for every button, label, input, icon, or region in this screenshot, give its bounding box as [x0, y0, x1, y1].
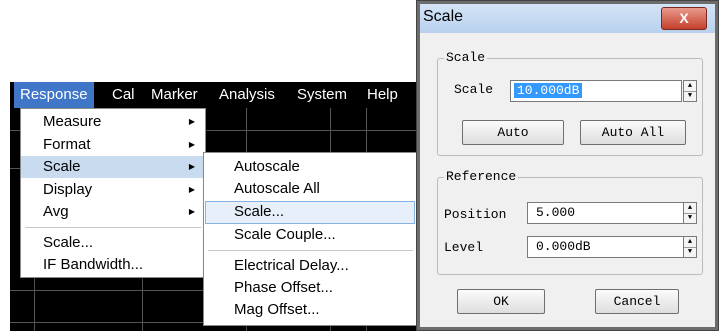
menu-item-label: Measure	[43, 113, 102, 130]
spin-down-icon[interactable]: ▼	[684, 91, 696, 101]
scale-group-title: Scale	[444, 50, 488, 65]
menu-separator	[208, 250, 413, 251]
scale-dialog: Scale X Scale Scale 10.000dB ▲ ▼ Auto Au…	[416, 0, 719, 331]
menu-item-autoscale-all[interactable]: Autoscale All	[204, 178, 417, 200]
menu-item-if-bandwidth[interactable]: IF Bandwidth...	[21, 254, 205, 276]
menu-item-scale-couple[interactable]: Scale Couple...	[204, 224, 417, 246]
close-icon: X	[679, 10, 689, 26]
menu-item-label: Scale...	[43, 234, 94, 251]
menu-cal[interactable]: Cal	[106, 82, 141, 108]
menu-item-phase-offset[interactable]: Phase Offset...	[204, 277, 417, 299]
reference-group-title: Reference	[444, 169, 519, 184]
dialog-body: Scale Scale 10.000dB ▲ ▼ Auto Auto All R…	[420, 33, 715, 327]
scale-label: Scale	[454, 82, 494, 97]
menu-item-label: IF Bandwidth...	[43, 256, 144, 273]
level-spinner[interactable]: ▲ ▼	[683, 236, 697, 258]
menu-analysis[interactable]: Analysis	[213, 82, 281, 108]
reference-group	[437, 177, 703, 275]
menu-item-measure[interactable]: Measure ▶	[21, 111, 205, 133]
menu-item-label: Autoscale All	[234, 180, 320, 197]
menu-bar: Response Cal Marker Analysis System Help	[10, 82, 420, 108]
position-label: Position	[444, 207, 507, 222]
cancel-button[interactable]: Cancel	[595, 289, 679, 314]
menu-item-label: Phase Offset...	[234, 279, 333, 296]
menu-item-label: Electrical Delay...	[234, 257, 349, 274]
position-value: 5.000	[536, 205, 576, 220]
level-input[interactable]: 0.000dB	[527, 236, 685, 258]
auto-button[interactable]: Auto	[462, 120, 564, 145]
dialog-title-bar[interactable]: Scale X	[420, 4, 715, 33]
position-spinner[interactable]: ▲ ▼	[683, 202, 697, 224]
response-menu: Measure ▶ Format ▶ Scale ▶ Display ▶ Avg…	[20, 108, 206, 278]
menu-item-scale-dialog[interactable]: Scale...	[21, 232, 205, 254]
menu-item-label: Format	[43, 136, 91, 153]
menu-item-electrical-delay[interactable]: Electrical Delay...	[204, 255, 417, 277]
scale-submenu: Autoscale Autoscale All Scale... Scale C…	[203, 152, 418, 326]
submenu-arrow-icon: ▶	[188, 207, 195, 216]
menu-item-scale[interactable]: Scale ▶	[21, 156, 205, 178]
menu-item-format[interactable]: Format ▶	[21, 134, 205, 156]
menu-help[interactable]: Help	[361, 82, 404, 108]
level-value: 0.000dB	[536, 239, 591, 254]
menu-item-avg[interactable]: Avg ▶	[21, 201, 205, 223]
ok-button[interactable]: OK	[457, 289, 545, 314]
menu-item-autoscale[interactable]: Autoscale	[204, 156, 417, 178]
menu-system[interactable]: System	[291, 82, 353, 108]
menu-marker[interactable]: Marker	[145, 82, 204, 108]
submenu-arrow-icon: ▶	[188, 162, 195, 171]
level-label: Level	[444, 240, 484, 255]
menu-separator	[25, 227, 201, 228]
scale-spinner[interactable]: ▲ ▼	[683, 80, 697, 102]
menu-item-label: Scale...	[234, 203, 285, 220]
submenu-arrow-icon: ▶	[188, 140, 195, 149]
menu-item-label: Autoscale	[234, 158, 300, 175]
auto-all-button[interactable]: Auto All	[580, 120, 686, 145]
menu-item-display[interactable]: Display ▶	[21, 179, 205, 201]
menu-item-scale-ellipsis[interactable]: Scale...	[204, 201, 417, 223]
scale-value: 10.000dB	[514, 83, 583, 98]
menu-item-label: Scale Couple...	[234, 226, 336, 243]
menu-item-label: Scale	[43, 158, 81, 175]
menu-response[interactable]: Response	[14, 82, 94, 108]
position-input[interactable]: 5.000	[527, 202, 685, 224]
menu-item-label: Mag Offset...	[234, 301, 320, 318]
spin-down-icon[interactable]: ▼	[684, 213, 696, 223]
menu-item-mag-offset[interactable]: Mag Offset...	[204, 299, 417, 321]
dialog-title: Scale	[423, 8, 464, 25]
spin-down-icon[interactable]: ▼	[684, 247, 696, 257]
scale-input[interactable]: 10.000dB	[510, 80, 682, 102]
close-button[interactable]: X	[661, 7, 707, 30]
submenu-arrow-icon: ▶	[188, 185, 195, 194]
menu-item-label: Avg	[43, 203, 69, 220]
submenu-arrow-icon: ▶	[188, 117, 195, 126]
menu-item-label: Display	[43, 181, 93, 198]
